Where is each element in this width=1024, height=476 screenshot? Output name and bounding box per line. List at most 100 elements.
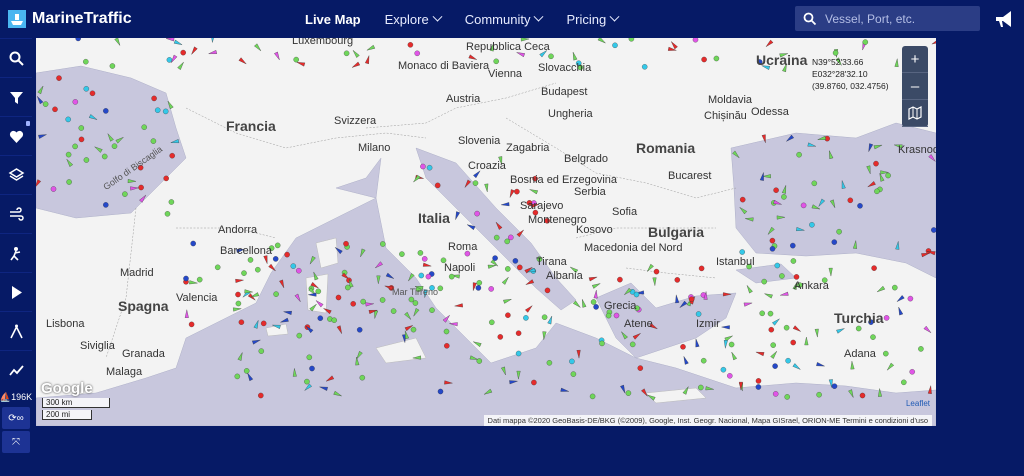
vessel-marker[interactable]: [421, 256, 428, 262]
vessel-marker[interactable]: [769, 246, 776, 252]
vessel-marker[interactable]: [785, 357, 791, 364]
vessel-marker[interactable]: [755, 350, 765, 357]
vessel-marker[interactable]: [168, 199, 175, 205]
zoom-in-button[interactable]: +: [902, 46, 928, 73]
vessel-marker[interactable]: [816, 391, 822, 398]
vessel-marker[interactable]: [241, 270, 247, 276]
vessel-marker[interactable]: [448, 273, 455, 280]
vessel-marker[interactable]: [425, 273, 432, 280]
vessel-marker[interactable]: [189, 280, 198, 285]
vessel-marker[interactable]: [177, 61, 186, 70]
vessel-marker[interactable]: [572, 300, 581, 309]
vessel-marker[interactable]: [871, 265, 877, 271]
vessel-marker[interactable]: [89, 90, 96, 97]
vessel-marker[interactable]: [828, 267, 833, 277]
vessel-marker[interactable]: [755, 384, 762, 390]
vessel-marker[interactable]: [343, 50, 350, 57]
vessel-marker[interactable]: [474, 210, 480, 217]
nav-explore[interactable]: Explore: [385, 11, 443, 27]
vessel-marker[interactable]: [836, 327, 845, 334]
vessel-marker[interactable]: [761, 278, 767, 285]
vessel-marker[interactable]: [234, 373, 241, 380]
vessel-marker[interactable]: [897, 306, 904, 316]
live-map[interactable]: Francia Italia Spagna Romania Bulgaria T…: [36, 38, 936, 426]
vessel-marker[interactable]: [723, 340, 728, 349]
vessel-marker[interactable]: [599, 340, 605, 347]
vessel-marker[interactable]: [724, 334, 734, 342]
leaflet-link[interactable]: Leaflet: [906, 399, 930, 408]
measure-button[interactable]: [0, 311, 32, 350]
vessel-marker[interactable]: [154, 107, 161, 113]
vessel-marker[interactable]: [247, 257, 254, 263]
vessel-marker[interactable]: [163, 175, 169, 182]
nav-pricing[interactable]: Pricing: [566, 11, 620, 27]
vessel-marker[interactable]: [544, 287, 551, 294]
vessel-marker[interactable]: [755, 378, 762, 384]
vessel-marker[interactable]: [765, 39, 774, 48]
vessel-marker[interactable]: [408, 296, 415, 303]
fullscreen-button[interactable]: ⤧: [2, 431, 30, 453]
vessel-marker[interactable]: [531, 379, 537, 386]
vessel-marker[interactable]: [414, 50, 420, 57]
vessel-marker[interactable]: [896, 295, 905, 303]
vessel-marker[interactable]: [290, 263, 297, 269]
vessel-marker[interactable]: [83, 157, 90, 163]
vessel-marker[interactable]: [515, 350, 522, 357]
vessel-marker[interactable]: [437, 388, 444, 395]
vessel-marker[interactable]: [150, 138, 157, 144]
vessel-marker[interactable]: [169, 152, 175, 159]
vessel-marker[interactable]: [208, 50, 217, 55]
vessel-marker[interactable]: [745, 284, 753, 294]
vessel-marker[interactable]: [548, 53, 554, 60]
vessel-marker[interactable]: [779, 273, 785, 279]
vessel-marker[interactable]: [164, 211, 171, 217]
vessel-marker[interactable]: [508, 234, 514, 241]
vessel-marker[interactable]: [682, 356, 689, 365]
vessel-marker[interactable]: [876, 285, 886, 293]
vessel-marker[interactable]: [493, 234, 500, 241]
vessel-marker[interactable]: [529, 188, 538, 195]
vessel-marker[interactable]: [492, 255, 498, 261]
vessel-marker[interactable]: [258, 348, 265, 354]
vessel-marker[interactable]: [255, 266, 261, 273]
vessel-marker[interactable]: [873, 160, 879, 167]
density-button[interactable]: [0, 233, 32, 272]
vessel-marker[interactable]: [772, 363, 778, 369]
vessel-marker[interactable]: [151, 95, 157, 102]
vessel-marker[interactable]: [593, 304, 599, 310]
vessel-marker[interactable]: [517, 264, 523, 271]
vessel-marker[interactable]: [497, 334, 504, 340]
vessel-marker[interactable]: [774, 262, 781, 269]
vessel-marker[interactable]: [546, 360, 553, 366]
vessel-marker[interactable]: [109, 63, 116, 69]
vessel-marker[interactable]: [476, 280, 483, 286]
vessel-marker[interactable]: [790, 339, 796, 346]
vessel-marker[interactable]: [597, 38, 607, 45]
vessel-marker[interactable]: [180, 49, 186, 56]
vessel-marker[interactable]: [698, 265, 705, 272]
vessel-marker[interactable]: [641, 64, 648, 70]
vessel-marker[interactable]: [781, 194, 787, 200]
vessel-marker[interactable]: [66, 179, 72, 185]
vessel-marker[interactable]: [780, 291, 789, 297]
vessel-marker[interactable]: [166, 57, 173, 63]
vessel-marker[interactable]: [670, 40, 678, 50]
vessel-marker[interactable]: [188, 321, 195, 328]
vessel-marker[interactable]: [816, 362, 825, 368]
vessel-marker[interactable]: [65, 116, 71, 123]
vessel-marker[interactable]: [885, 172, 891, 179]
vessel-marker[interactable]: [769, 237, 776, 244]
vessel-marker[interactable]: [646, 263, 654, 273]
vessel-marker[interactable]: [886, 362, 895, 371]
vessel-marker[interactable]: [350, 301, 356, 307]
vessel-marker[interactable]: [380, 241, 386, 247]
vessel-marker[interactable]: [759, 310, 765, 317]
vessel-marker[interactable]: [605, 312, 612, 319]
vessel-marker[interactable]: [727, 373, 733, 379]
vessel-marker[interactable]: [420, 163, 426, 170]
vessel-marker[interactable]: [694, 338, 700, 348]
vessel-marker[interactable]: [569, 358, 575, 365]
vessel-marker[interactable]: [831, 383, 838, 389]
vessel-marker[interactable]: [444, 343, 450, 349]
vessel-marker[interactable]: [417, 250, 424, 256]
